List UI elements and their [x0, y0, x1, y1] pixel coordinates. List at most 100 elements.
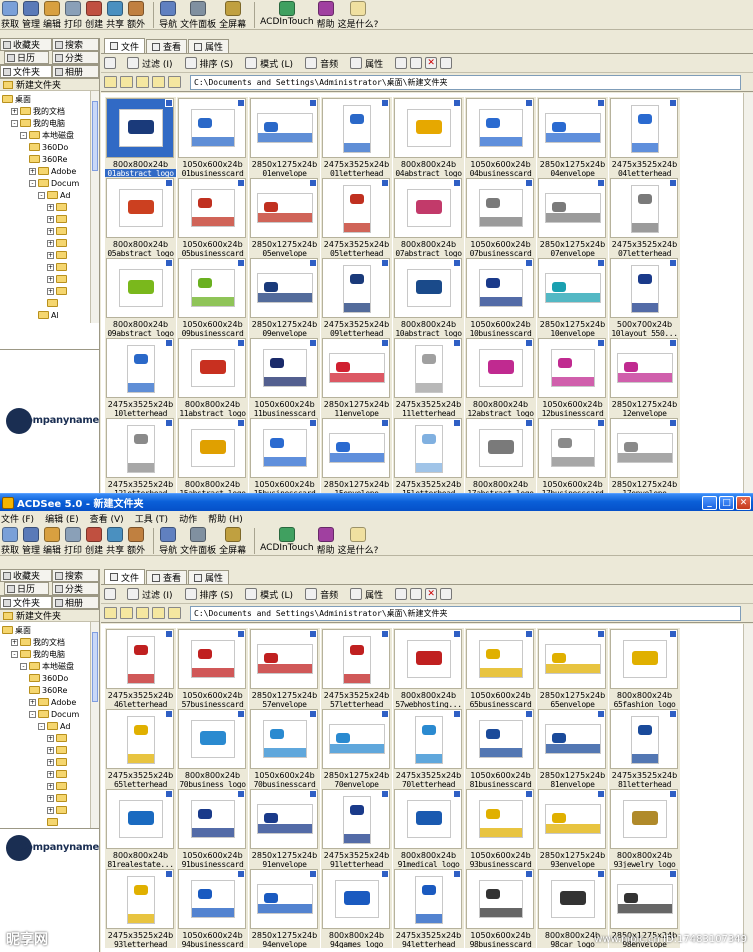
- properties-icon[interactable]: [350, 588, 363, 600]
- audio-button[interactable]: 音频: [320, 57, 338, 70]
- thumbnail-item[interactable]: 800x800x24b 07abstract_logo: [393, 177, 464, 257]
- tree-node[interactable]: +: [47, 732, 69, 744]
- thumbnail-item[interactable]: 2475x3525x24b 07letterhead: [609, 177, 680, 257]
- thumbnail-item[interactable]: 500x700x24b 10layout_550...: [609, 257, 680, 337]
- tree-node[interactable]: + 我的文档: [11, 636, 65, 648]
- tree-node[interactable]: +: [47, 273, 69, 285]
- toolbar-button-acdintouch[interactable]: ACDInTouch: [260, 0, 314, 27]
- tree-node[interactable]: 360Do: [29, 141, 68, 153]
- thumbnail-item[interactable]: 2475x3525x24b 65letterhead: [105, 708, 176, 788]
- tree-node[interactable]: +: [47, 744, 69, 756]
- thumbnail-item[interactable]: 1050x600x24b 94businesscard: [177, 868, 248, 948]
- thumbnail-item[interactable]: 2850x1275x24b 01envelope: [249, 97, 320, 177]
- toolbar-button-edit[interactable]: 编辑: [43, 0, 61, 30]
- favorite-icon[interactable]: [152, 607, 165, 619]
- toolbar-button-navigate[interactable]: 导航: [159, 0, 177, 30]
- thumbnail-item[interactable]: 2475x3525x24b 70letterhead: [393, 708, 464, 788]
- tab-search[interactable]: 搜索: [52, 569, 99, 582]
- expand-toggle-icon[interactable]: +: [47, 227, 54, 235]
- tab-category[interactable]: 分类: [52, 51, 99, 64]
- filter-button[interactable]: 过滤 (I): [142, 57, 173, 70]
- toolbar-button-acdintouch[interactable]: ACDInTouch: [260, 526, 314, 553]
- thumbnail-item[interactable]: 800x800x24b 81realestate...: [105, 788, 176, 868]
- thumbnail-item[interactable]: 800x800x24b 57webhosting...: [393, 628, 464, 708]
- toolbar-button-extras[interactable]: 额外: [127, 0, 145, 30]
- tab-folders[interactable]: 文件夹: [0, 596, 52, 609]
- tree-node[interactable]: 桌面: [2, 624, 31, 636]
- sort-button[interactable]: 排序 (S): [200, 588, 234, 601]
- thumbnail-item[interactable]: 2475x3525x24b 05letterhead: [321, 177, 392, 257]
- toolbar-button-manage[interactable]: 管理: [22, 0, 40, 30]
- thumbnail-item[interactable]: 1050x600x24b 05businesscard: [177, 177, 248, 257]
- view-options-icon[interactable]: [168, 76, 181, 88]
- tab-albums[interactable]: 相册: [52, 65, 99, 78]
- menu-item[interactable]: 工具 (T): [135, 512, 168, 525]
- tree-node[interactable]: +: [47, 768, 69, 780]
- expand-toggle-icon[interactable]: +: [47, 734, 54, 742]
- tree-node[interactable]: - Docum: [29, 708, 79, 720]
- copy-icon[interactable]: [395, 588, 408, 600]
- tree-node[interactable]: - 我的电脑: [11, 117, 65, 129]
- toolbar-button-file-panel[interactable]: 文件面板: [180, 526, 216, 556]
- rename-icon[interactable]: [440, 57, 453, 69]
- thumbnail-item[interactable]: 1050x600x24b 07businesscard: [465, 177, 536, 257]
- thumbnail-item[interactable]: 2475x3525x24b 57letterhead: [321, 628, 392, 708]
- toolbar-button-help[interactable]: 帮助: [317, 0, 335, 30]
- delete-icon[interactable]: ✕: [425, 57, 438, 69]
- mode-button[interactable]: 模式 (L): [260, 588, 293, 601]
- thumbnail-item[interactable]: 2850x1275x24b 91envelope: [249, 788, 320, 868]
- expand-toggle-icon[interactable]: -: [38, 722, 45, 730]
- toolbar-button-whats-this[interactable]: 这是什么?: [338, 526, 378, 556]
- thumbnail-item[interactable]: 2475x3525x24b 91letterhead: [321, 788, 392, 868]
- properties-icon[interactable]: [350, 57, 363, 69]
- new-folder-icon[interactable]: [104, 57, 116, 69]
- thumbnail-item[interactable]: 2850x1275x24b 04envelope: [537, 97, 608, 177]
- grid-scrollbar[interactable]: [743, 624, 753, 952]
- thumbnail-item[interactable]: 800x800x24b 09abstract_logo: [105, 257, 176, 337]
- menu-item[interactable]: 文件 (F): [1, 512, 34, 525]
- thumbnail-item[interactable]: 2850x1275x24b 07envelope: [537, 177, 608, 257]
- thumbnail-item[interactable]: 800x800x24b 12abstract_logo: [465, 337, 536, 417]
- tree-node[interactable]: +: [47, 780, 69, 792]
- forward-icon[interactable]: [136, 76, 149, 88]
- new-folder-icon[interactable]: [104, 588, 116, 600]
- tree-node[interactable]: +: [47, 249, 69, 261]
- thumbnail-item[interactable]: 2475x3525x24b12letterhead: [105, 417, 176, 493]
- tree-node[interactable]: +: [47, 285, 69, 297]
- toolbar-button-fullscreen[interactable]: 全屏幕: [219, 526, 246, 556]
- tab-view[interactable]: 查看: [146, 570, 188, 584]
- thumbnail-item[interactable]: 1050x600x24b 93businesscard: [465, 788, 536, 868]
- close-button[interactable]: ✕: [736, 495, 751, 510]
- expand-toggle-icon[interactable]: +: [47, 275, 54, 283]
- tree-node[interactable]: [47, 297, 60, 309]
- back-icon[interactable]: [120, 607, 133, 619]
- tree-scrollbar[interactable]: [90, 91, 99, 323]
- thumbnail-item[interactable]: 800x800x24b 70business_logo: [177, 708, 248, 788]
- grid-scrollbar[interactable]: [743, 93, 753, 493]
- tree-node[interactable]: Al: [38, 309, 59, 321]
- view-options-icon[interactable]: [168, 607, 181, 619]
- move-icon[interactable]: [410, 588, 423, 600]
- tree-node[interactable]: 360Re: [29, 153, 67, 165]
- tab-favorites[interactable]: 收藏夹: [0, 38, 52, 51]
- move-icon[interactable]: [410, 57, 423, 69]
- properties-button[interactable]: 属性: [365, 57, 383, 70]
- expand-toggle-icon[interactable]: +: [47, 203, 54, 211]
- tab-search[interactable]: 搜索: [52, 38, 99, 51]
- tab-albums[interactable]: 相册: [52, 596, 99, 609]
- thumbnail-item[interactable]: 800x800x24b 05abstract_logo: [105, 177, 176, 257]
- expand-toggle-icon[interactable]: -: [29, 179, 36, 187]
- up-folder-icon[interactable]: [104, 607, 117, 619]
- tree-node[interactable]: - Ad: [38, 720, 70, 732]
- toolbar-button-share[interactable]: 共享: [106, 526, 124, 556]
- thumbnail-item[interactable]: 2850x1275x24b 70envelope: [321, 708, 392, 788]
- tab-category[interactable]: 分类: [52, 582, 99, 595]
- tree-node[interactable]: + Adobe: [29, 696, 76, 708]
- expand-toggle-icon[interactable]: +: [47, 287, 54, 295]
- thumbnail-item[interactable]: 2475x3525x24b 81letterhead: [609, 708, 680, 788]
- expand-toggle-icon[interactable]: +: [47, 251, 54, 259]
- scrollbar-thumb[interactable]: [92, 101, 98, 171]
- thumbnail-item[interactable]: 2475x3525x24b 09letterhead: [321, 257, 392, 337]
- menu-item[interactable]: 查看 (V): [90, 512, 124, 525]
- expand-toggle-icon[interactable]: +: [47, 770, 54, 778]
